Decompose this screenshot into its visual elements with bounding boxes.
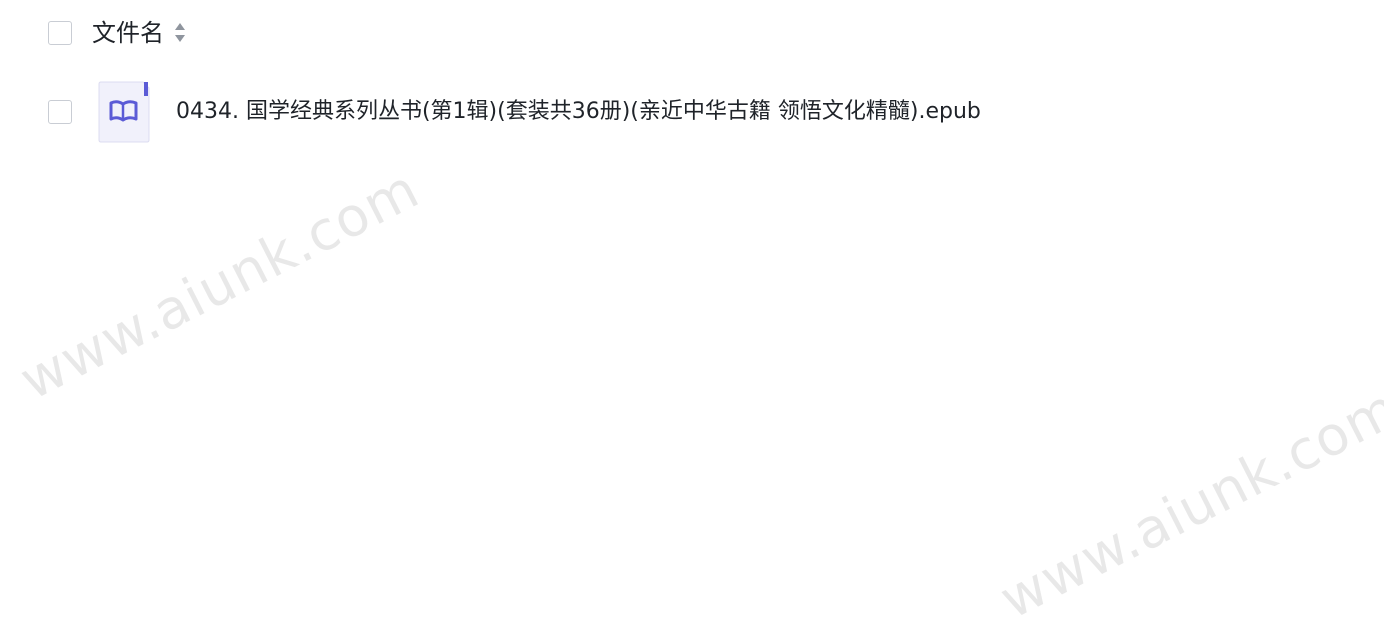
file-list: 文件名 0434. 国学经典系列丛书(第1辑)(套装共36册)(亲近中华古籍 领…: [0, 0, 1384, 588]
file-row[interactable]: 0434. 国学经典系列丛书(第1辑)(套装共36册)(亲近中华古籍 领悟文化精…: [48, 80, 981, 144]
select-all-checkbox[interactable]: [48, 21, 72, 45]
sort-icon[interactable]: [173, 20, 187, 46]
file-name-link[interactable]: 0434. 国学经典系列丛书(第1辑)(套装共36册)(亲近中华古籍 领悟文化精…: [176, 97, 981, 127]
file-list-header: 文件名: [48, 14, 187, 52]
row-checkbox[interactable]: [48, 100, 72, 124]
ebook-file-icon: [98, 81, 150, 143]
column-header-filename[interactable]: 文件名: [92, 14, 164, 52]
